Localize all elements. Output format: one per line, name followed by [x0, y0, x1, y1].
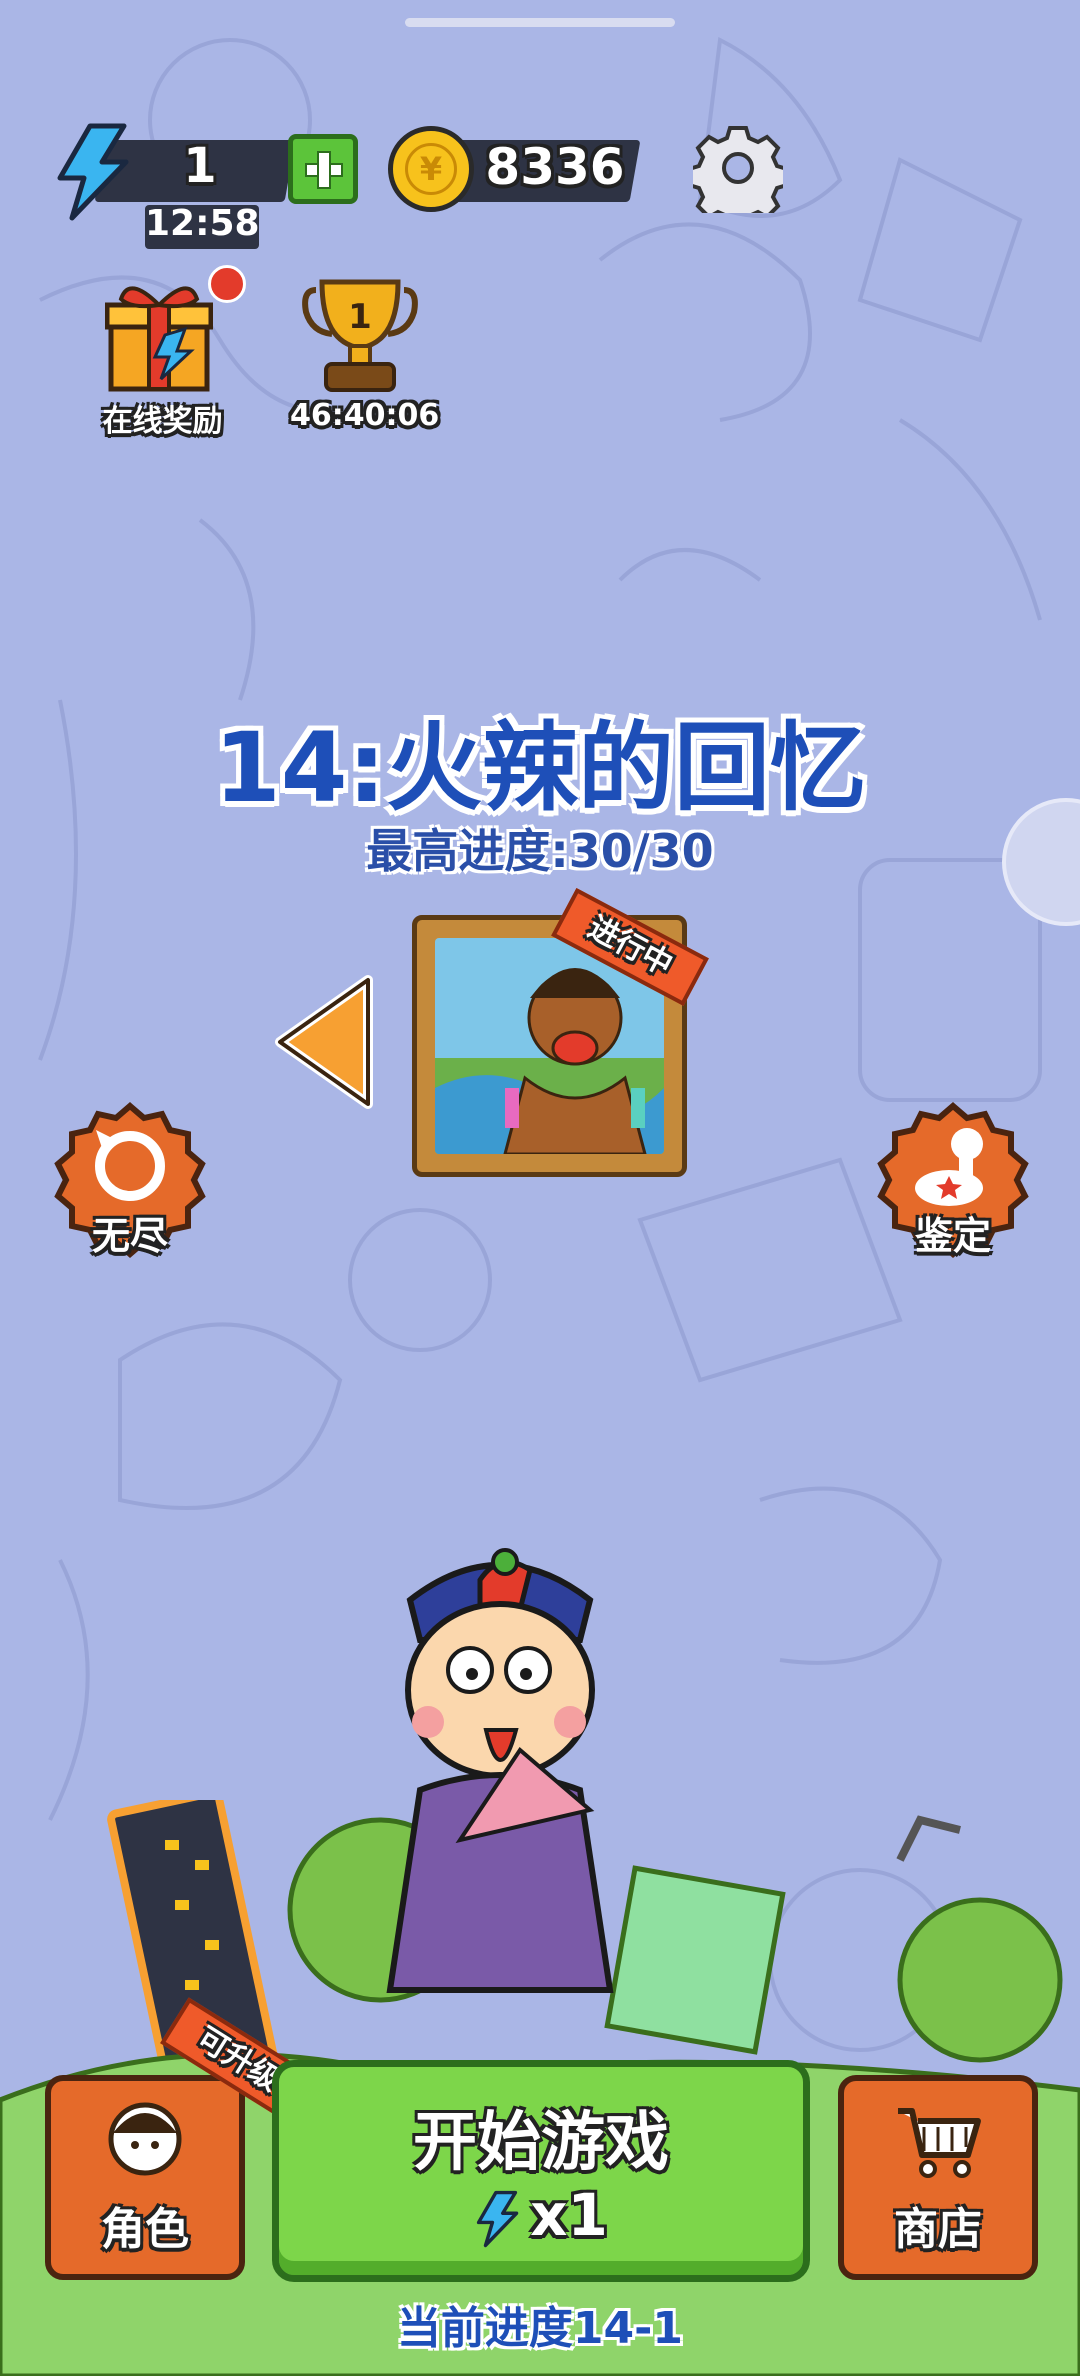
- ranking-timer: 46:40:06: [290, 398, 440, 433]
- trophy-rank: 1: [348, 297, 372, 337]
- gift-icon[interactable]: [105, 275, 213, 393]
- shop-button[interactable]: 商店: [838, 2075, 1038, 2280]
- cart-icon: [898, 2108, 981, 2178]
- character-illustration: [386, 1548, 614, 1993]
- energy-value: 1: [183, 138, 217, 194]
- character-label: 角色: [101, 2204, 189, 2255]
- character-icon: [108, 2102, 182, 2176]
- add-energy-button[interactable]: [288, 134, 358, 204]
- appraise-button[interactable]: 鉴定: [863, 1100, 1043, 1280]
- start-game-button[interactable]: 开始游戏 x1: [272, 2060, 810, 2282]
- online-reward-label: 在线奖励: [102, 404, 223, 439]
- energy-timer: 12:58: [145, 203, 260, 244]
- best-progress: 最高进度:30/30: [366, 824, 714, 878]
- start-cost-value: x1: [530, 2181, 608, 2249]
- endless-mode-button[interactable]: 无尽: [40, 1100, 220, 1280]
- level-title: 14:火辣的回忆: [214, 712, 866, 824]
- start-cost: x1: [279, 2181, 803, 2250]
- gear-icon[interactable]: [693, 123, 783, 213]
- character-button[interactable]: 角色: [45, 2075, 245, 2280]
- left-arrow-icon[interactable]: [272, 972, 382, 1112]
- current-progress: 当前进度14-1: [396, 2303, 684, 2354]
- notification-dot: [208, 265, 246, 303]
- shop-label: 商店: [894, 2204, 982, 2255]
- start-game-label: 开始游戏: [413, 2106, 669, 2180]
- coin-icon: ¥: [388, 126, 474, 212]
- energy-bolt-icon: [476, 2190, 519, 2248]
- appraise-label: 鉴定: [914, 1214, 991, 1258]
- endless-mode-label: 无尽: [91, 1214, 168, 1258]
- coin-count: 8336: [485, 138, 625, 196]
- home-indicator: [405, 18, 675, 27]
- trophy-icon[interactable]: 1: [300, 276, 420, 396]
